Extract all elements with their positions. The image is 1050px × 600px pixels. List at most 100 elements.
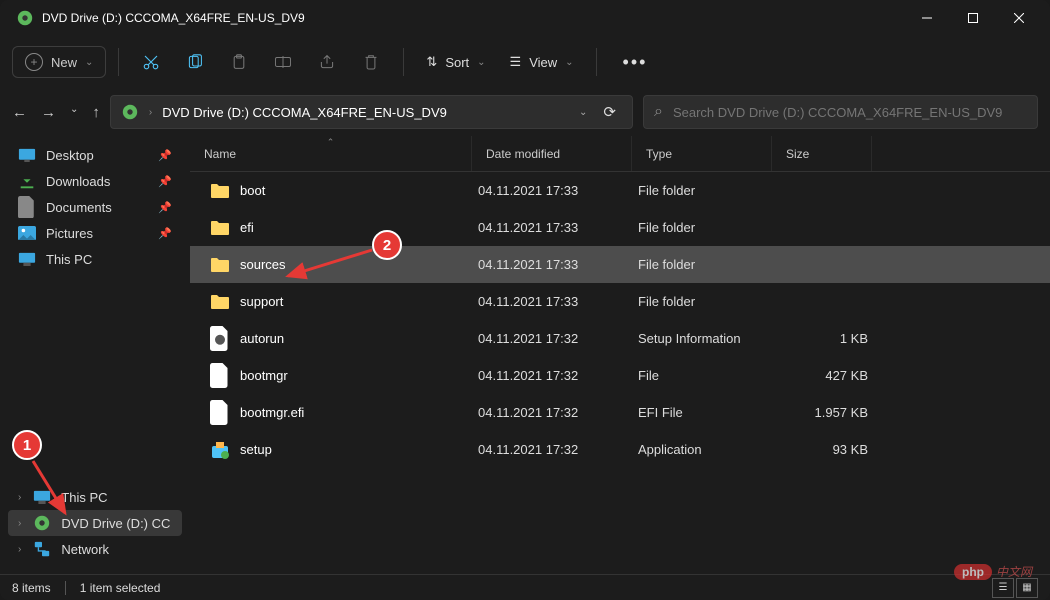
- sort-indicator-icon: ⌃: [327, 137, 335, 148]
- new-button[interactable]: + New ⌄: [12, 46, 106, 78]
- forward-button[interactable]: →: [41, 104, 56, 121]
- file-row[interactable]: efi04.11.2021 17:33File folder: [190, 209, 1050, 246]
- view-icon: ☰: [510, 54, 522, 70]
- pin-icon: 📌: [158, 227, 172, 240]
- address-dropdown[interactable]: ⌄: [579, 107, 587, 118]
- file-type: Application: [638, 442, 778, 457]
- setup-icon: [210, 440, 230, 460]
- file-date: 04.11.2021 17:32: [478, 442, 638, 457]
- file-date: 04.11.2021 17:33: [478, 257, 638, 272]
- copy-button[interactable]: [175, 44, 215, 80]
- sidebar-item-pictures[interactable]: Pictures 📌: [8, 220, 182, 246]
- breadcrumb-sep-icon: ›: [149, 107, 152, 118]
- file-date: 04.11.2021 17:32: [478, 368, 638, 383]
- watermark: php中文网: [954, 563, 1032, 580]
- column-header-size[interactable]: Size: [772, 136, 872, 171]
- file-type: File folder: [638, 183, 778, 198]
- file-name: efi: [240, 220, 478, 235]
- cut-button[interactable]: [131, 44, 171, 80]
- folder-icon: [210, 255, 230, 275]
- search-box[interactable]: ⌕: [643, 95, 1038, 129]
- column-header-name[interactable]: ⌃ Name: [190, 136, 472, 171]
- more-button[interactable]: •••: [609, 52, 662, 73]
- documents-icon: [18, 199, 36, 215]
- file-icon: [210, 403, 230, 423]
- recent-button[interactable]: ⌄: [70, 104, 78, 121]
- file-row[interactable]: bootmgr.efi04.11.2021 17:32EFI File1.957…: [190, 394, 1050, 431]
- column-header-date[interactable]: Date modified: [472, 136, 632, 171]
- folder-icon: [210, 292, 230, 312]
- dvd-drive-icon: [16, 9, 34, 27]
- sidebar-item-network[interactable]: › Network: [8, 536, 182, 562]
- thumbnails-view-button[interactable]: ▦: [1016, 578, 1038, 598]
- sidebar-item-desktop[interactable]: Desktop 📌: [8, 142, 182, 168]
- rename-button[interactable]: [263, 44, 303, 80]
- file-size: 427 KB: [778, 368, 868, 383]
- nav-row: ← → ⌄ ↑ › DVD Drive (D:) CCCOMA_X64FRE_E…: [0, 88, 1050, 136]
- close-button[interactable]: [996, 2, 1042, 34]
- address-path[interactable]: DVD Drive (D:) CCCOMA_X64FRE_EN-US_DV9: [162, 105, 569, 120]
- file-size: 1 KB: [778, 331, 868, 346]
- chevron-right-icon[interactable]: ›: [18, 518, 21, 529]
- separator: [65, 581, 66, 595]
- window-title: DVD Drive (D:) CCCOMA_X64FRE_EN-US_DV9: [42, 11, 904, 25]
- file-date: 04.11.2021 17:33: [478, 294, 638, 309]
- chevron-down-icon: ⌄: [85, 57, 93, 68]
- separator: [118, 48, 119, 76]
- file-size: 93 KB: [778, 442, 868, 457]
- back-button[interactable]: ←: [12, 104, 27, 121]
- share-button[interactable]: [307, 44, 347, 80]
- file-type: File: [638, 368, 778, 383]
- sidebar-item-label: Network: [61, 542, 109, 557]
- sidebar-item-label: Desktop: [46, 148, 94, 163]
- pin-icon: 📌: [158, 149, 172, 162]
- sidebar-item-documents[interactable]: Documents 📌: [8, 194, 182, 220]
- file-row[interactable]: boot04.11.2021 17:33File folder: [190, 172, 1050, 209]
- address-bar[interactable]: › DVD Drive (D:) CCCOMA_X64FRE_EN-US_DV9…: [110, 95, 633, 129]
- new-button-label: New: [51, 55, 77, 70]
- downloads-icon: [18, 173, 36, 189]
- file-type: EFI File: [638, 405, 778, 420]
- minimize-button[interactable]: [904, 2, 950, 34]
- file-date: 04.11.2021 17:32: [478, 405, 638, 420]
- file-type: Setup Information: [638, 331, 778, 346]
- chevron-right-icon[interactable]: ›: [18, 492, 21, 503]
- file-row[interactable]: setup04.11.2021 17:32Application93 KB: [190, 431, 1050, 468]
- paste-button[interactable]: [219, 44, 259, 80]
- pin-icon: 📌: [158, 175, 172, 188]
- delete-button[interactable]: [351, 44, 391, 80]
- sidebar-item-label: Downloads: [46, 174, 110, 189]
- sidebar-item-downloads[interactable]: Downloads 📌: [8, 168, 182, 194]
- sort-button[interactable]: ⇅ Sort ⌄: [416, 48, 495, 76]
- file-icon: [210, 366, 230, 386]
- file-row[interactable]: bootmgr04.11.2021 17:32File427 KB: [190, 357, 1050, 394]
- view-button[interactable]: ☰ View ⌄: [500, 48, 584, 76]
- titlebar: DVD Drive (D:) CCCOMA_X64FRE_EN-US_DV9: [0, 0, 1050, 36]
- folder-icon: [210, 218, 230, 238]
- selection-count: 1 item selected: [80, 581, 161, 595]
- dvd-drive-icon: [121, 103, 139, 121]
- file-name: boot: [240, 183, 478, 198]
- sort-icon: ⇅: [426, 54, 437, 70]
- pin-icon: 📌: [158, 201, 172, 214]
- file-date: 04.11.2021 17:33: [478, 220, 638, 235]
- sidebar-item-thispc-quick[interactable]: This PC: [8, 246, 182, 272]
- details-view-button[interactable]: ☰: [992, 578, 1014, 598]
- folder-icon: [210, 181, 230, 201]
- status-bar: 8 items 1 item selected ☰ ▦: [0, 574, 1050, 600]
- maximize-button[interactable]: [950, 2, 996, 34]
- pictures-icon: [18, 225, 36, 241]
- chevron-right-icon[interactable]: ›: [18, 544, 21, 555]
- file-row[interactable]: autorun04.11.2021 17:32Setup Information…: [190, 320, 1050, 357]
- separator: [403, 48, 404, 76]
- file-row[interactable]: support04.11.2021 17:33File folder: [190, 283, 1050, 320]
- desktop-icon: [18, 147, 36, 163]
- search-input[interactable]: [673, 105, 1027, 120]
- sidebar-item-label: Documents: [46, 200, 112, 215]
- refresh-button[interactable]: ⟳: [597, 103, 622, 121]
- file-name: setup: [240, 442, 478, 457]
- chevron-down-icon: ⌄: [565, 57, 573, 68]
- file-name: bootmgr.efi: [240, 405, 478, 420]
- column-header-type[interactable]: Type: [632, 136, 772, 171]
- up-button[interactable]: ↑: [92, 104, 100, 121]
